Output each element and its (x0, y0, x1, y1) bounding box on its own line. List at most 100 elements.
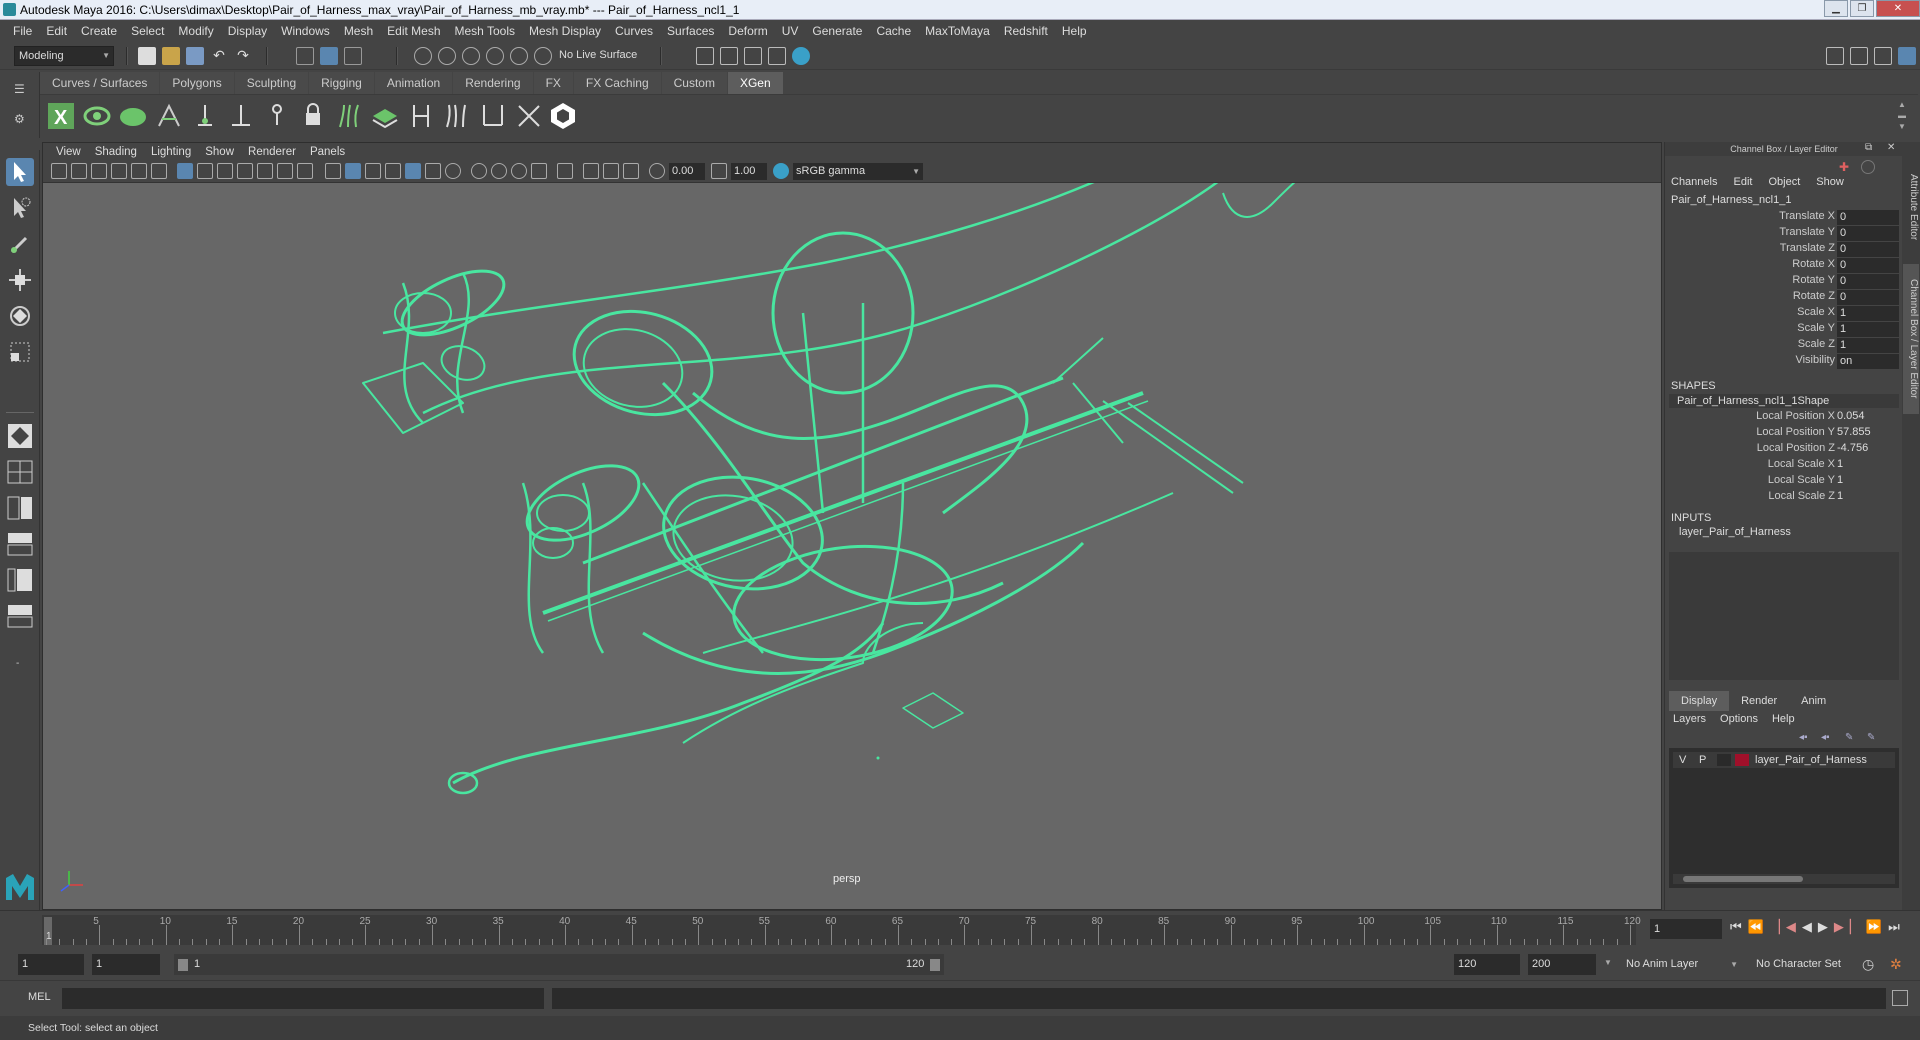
save-scene-icon[interactable] (186, 47, 204, 65)
image-plane-icon[interactable] (111, 163, 127, 179)
attr-row-scale-y[interactable]: Scale Y1 (1665, 322, 1903, 338)
attr-row-local-position-x[interactable]: Local Position X 0.054 (1665, 410, 1903, 426)
range-end-handle[interactable] (930, 959, 940, 971)
attr-row-visibility[interactable]: Visibility on (1665, 354, 1903, 370)
layer-tab-render[interactable]: Render (1729, 691, 1790, 711)
shelf-tab-custom[interactable]: Custom (661, 72, 727, 94)
shelf-tab-curves-surfaces[interactable]: Curves / Surfaces (40, 72, 160, 94)
go-to-end-icon[interactable]: ⏭ (1888, 919, 1906, 934)
menu-select[interactable]: Select (124, 24, 171, 38)
speed-icon[interactable] (1861, 160, 1875, 174)
3d-viewport[interactable]: persp (43, 183, 1661, 909)
attr-value[interactable]: 0.054 (1837, 410, 1865, 422)
attr-value[interactable]: -4.756 (1837, 442, 1868, 454)
menu-maxtomaya[interactable]: MaxToMaya (918, 24, 997, 38)
viewport-menu-shading[interactable]: Shading (88, 146, 144, 158)
attr-value[interactable]: 57.855 (1837, 426, 1871, 438)
smooth-shade-icon[interactable] (345, 163, 361, 179)
auto-key-icon[interactable]: ◷ (1862, 956, 1874, 973)
attr-row-rotate-y[interactable]: Rotate Y0 (1665, 274, 1903, 290)
isolate-select-icon[interactable] (557, 163, 573, 179)
layer-menu-options[interactable]: Options (1720, 713, 1772, 725)
guide-curves-icon[interactable] (334, 101, 364, 131)
noise-icon[interactable] (514, 101, 544, 131)
select-camera-icon[interactable] (51, 163, 67, 179)
modifier-icon[interactable] (406, 101, 436, 131)
attr-value[interactable]: 1 (1837, 338, 1899, 353)
snap-live-icon[interactable] (510, 47, 528, 65)
menu-mesh-tools[interactable]: Mesh Tools (448, 24, 522, 38)
place-guide-icon[interactable] (190, 101, 220, 131)
layer-list-scrollbar[interactable] (1673, 874, 1895, 884)
layer-visibility-toggle[interactable]: V (1679, 754, 1686, 766)
shape-name[interactable]: Pair_of_Harness_ncl1_1Shape (1669, 394, 1899, 408)
menu-create[interactable]: Create (74, 24, 124, 38)
cut-icon[interactable] (478, 101, 508, 131)
input-node-name[interactable]: layer_Pair_of_Harness (1679, 526, 1791, 538)
scrollbar-thumb[interactable] (1683, 876, 1803, 882)
attr-row-local-position-y[interactable]: Local Position Y 57.855 (1665, 426, 1903, 442)
attr-row-translate-z[interactable]: Translate Z0 (1665, 242, 1903, 258)
viewport-menu-panels[interactable]: Panels (303, 146, 352, 158)
attribute-editor-tab[interactable]: Attribute Editor (1903, 152, 1919, 262)
attr-value[interactable]: 1 (1837, 474, 1843, 486)
attr-row-scale-z[interactable]: Scale Z1 (1665, 338, 1903, 354)
menu-set-dropdown[interactable]: Modeling ▼ (14, 46, 114, 66)
toolbox-more-icon[interactable]: - (16, 658, 19, 669)
menu-windows[interactable]: Windows (274, 24, 337, 38)
shelf-tab-rigging[interactable]: Rigging (309, 72, 374, 94)
attr-row-translate-x[interactable]: Translate X0 (1665, 210, 1903, 226)
range-start-handle[interactable] (178, 959, 188, 971)
shelf-tab-fx[interactable]: FX (533, 72, 573, 94)
wireframe-icon[interactable] (325, 163, 341, 179)
menu-edit[interactable]: Edit (39, 24, 74, 38)
backface-culling-icon[interactable] (623, 163, 639, 179)
minimize-button[interactable]: ▁ (1824, 0, 1848, 17)
menu-edit-mesh[interactable]: Edit Mesh (380, 24, 447, 38)
shelf-menu-icon[interactable]: ☰ (14, 82, 25, 96)
render-settings-icon[interactable] (768, 47, 786, 65)
play-backward-icon[interactable]: ◀ (1802, 919, 1818, 934)
attr-value[interactable]: 0 (1837, 226, 1899, 241)
field-chart-icon[interactable] (257, 163, 273, 179)
shelf-scroll-icon[interactable]: ▲ ▬ ▼ (1898, 99, 1908, 133)
textured-icon[interactable] (385, 163, 401, 179)
toggle-layer-editor-icon[interactable] (1898, 47, 1916, 65)
attr-row-rotate-z[interactable]: Rotate Z0 (1665, 290, 1903, 306)
attr-value[interactable]: 0 (1837, 274, 1899, 289)
lock-guide-icon[interactable] (298, 101, 328, 131)
layout-three-pane-icon[interactable] (6, 566, 34, 594)
attr-value[interactable]: 0 (1837, 210, 1899, 225)
float-panel-icon[interactable]: ⧉ (1865, 142, 1872, 153)
exposure-icon[interactable] (649, 163, 665, 179)
shelf-tab-rendering[interactable]: Rendering (453, 72, 533, 94)
lasso-tool-icon[interactable] (6, 194, 34, 222)
render-view-icon[interactable] (696, 47, 714, 65)
layer-tab-anim[interactable]: Anim (1789, 691, 1839, 711)
play-forward-icon[interactable]: ▶ (1818, 919, 1834, 934)
open-scene-icon[interactable] (162, 47, 180, 65)
close-button[interactable]: ✕ (1876, 0, 1920, 17)
shelf-tab-fx-caching[interactable]: FX Caching (573, 72, 661, 94)
viewport-menu-view[interactable]: View (49, 146, 88, 158)
playback-end-field[interactable]: 120 (1454, 954, 1520, 975)
viewport-menu-lighting[interactable]: Lighting (144, 146, 198, 158)
select-by-component-icon[interactable] (344, 47, 362, 65)
soft-select-icon[interactable] (6, 422, 34, 450)
maximize-button[interactable]: ❐ (1850, 0, 1874, 17)
gate-mask-icon[interactable] (237, 163, 253, 179)
step-back-key-icon[interactable]: ⏪ (1748, 919, 1770, 934)
current-frame-field[interactable]: 1 (1650, 919, 1722, 939)
move-layer-down-icon[interactable]: ◂▪ (1821, 732, 1830, 743)
live-surface-field[interactable]: No Live Surface (556, 47, 656, 64)
anim-layer-dropdown[interactable]: No Anim Layer ▼ (1622, 954, 1740, 975)
wireframe-on-shaded-icon[interactable] (365, 163, 381, 179)
create-groom-icon[interactable] (118, 101, 148, 131)
view-transform-dropdown[interactable]: sRGB gamma ▼ (793, 163, 923, 180)
depth-of-field-icon[interactable] (531, 163, 547, 179)
layered-mask-icon[interactable] (370, 101, 400, 131)
ipr-render-icon[interactable] (744, 47, 762, 65)
menu-surfaces[interactable]: Surfaces (660, 24, 721, 38)
workspace-icon[interactable] (1826, 47, 1844, 65)
rotate-tool-icon[interactable] (6, 302, 34, 330)
